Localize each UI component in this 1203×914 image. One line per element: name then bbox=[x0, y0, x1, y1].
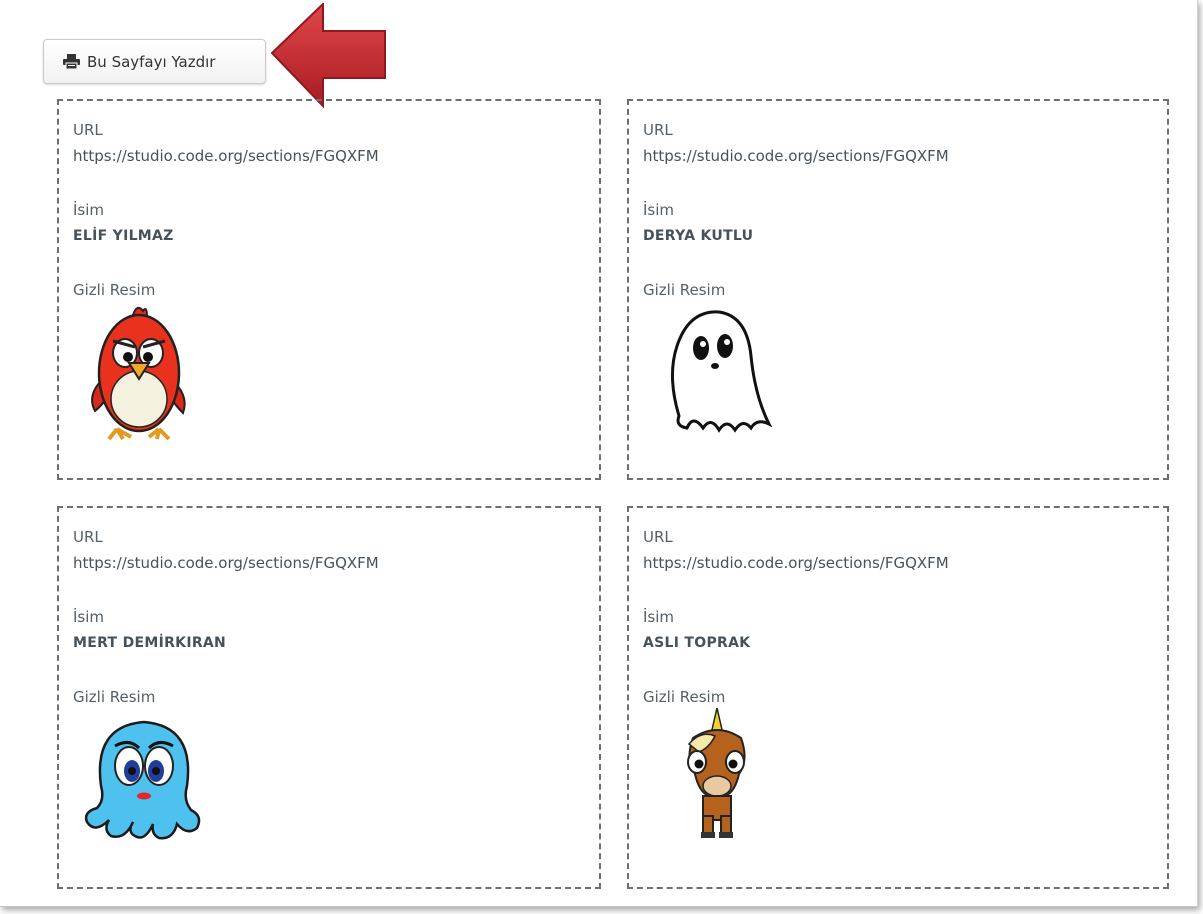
student-name: ELİF YILMAZ bbox=[73, 228, 174, 244]
print-page-button[interactable]: Bu Sayfayı Yazdır bbox=[43, 39, 266, 84]
ghost-icon bbox=[670, 310, 773, 433]
url-label: URL bbox=[643, 528, 673, 546]
name-label: İsim bbox=[73, 201, 105, 219]
section-url: https://studio.code.org/sections/FGQXFM bbox=[643, 147, 949, 165]
name-label: İsim bbox=[73, 608, 105, 626]
student-card: URL https://studio.code.org/sections/FGQ… bbox=[627, 99, 1169, 480]
url-label: URL bbox=[73, 121, 103, 139]
section-url: https://studio.code.org/sections/FGQXFM bbox=[643, 554, 949, 572]
section-url: https://studio.code.org/sections/FGQXFM bbox=[73, 147, 379, 165]
secret-picture-label: Gizli Resim bbox=[643, 688, 726, 706]
student-name: MERT DEMİRKIRAN bbox=[73, 635, 227, 651]
student-card: URL https://studio.code.org/sections/FGQ… bbox=[57, 99, 601, 480]
secret-picture-label: Gizli Resim bbox=[73, 688, 156, 706]
url-label: URL bbox=[643, 121, 673, 139]
secret-picture-label: Gizli Resim bbox=[643, 281, 726, 299]
red-bird-icon bbox=[91, 306, 186, 441]
pointer-arrow-icon bbox=[270, 3, 386, 109]
name-label: İsim bbox=[643, 201, 675, 219]
section-url: https://studio.code.org/sections/FGQXFM bbox=[73, 554, 379, 572]
url-label: URL bbox=[73, 528, 103, 546]
student-card: URL https://studio.code.org/sections/FGQ… bbox=[627, 506, 1169, 889]
student-name: DERYA KUTLU bbox=[643, 228, 754, 244]
blue-octopus-icon bbox=[84, 720, 201, 840]
printer-icon bbox=[63, 54, 80, 69]
student-card: URL https://studio.code.org/sections/FGQ… bbox=[57, 506, 601, 889]
secret-picture-label: Gizli Resim bbox=[73, 281, 156, 299]
print-page-label: Bu Sayfayı Yazdır bbox=[87, 52, 216, 71]
student-name: ASLI TOPRAK bbox=[643, 635, 751, 651]
name-label: İsim bbox=[643, 608, 675, 626]
